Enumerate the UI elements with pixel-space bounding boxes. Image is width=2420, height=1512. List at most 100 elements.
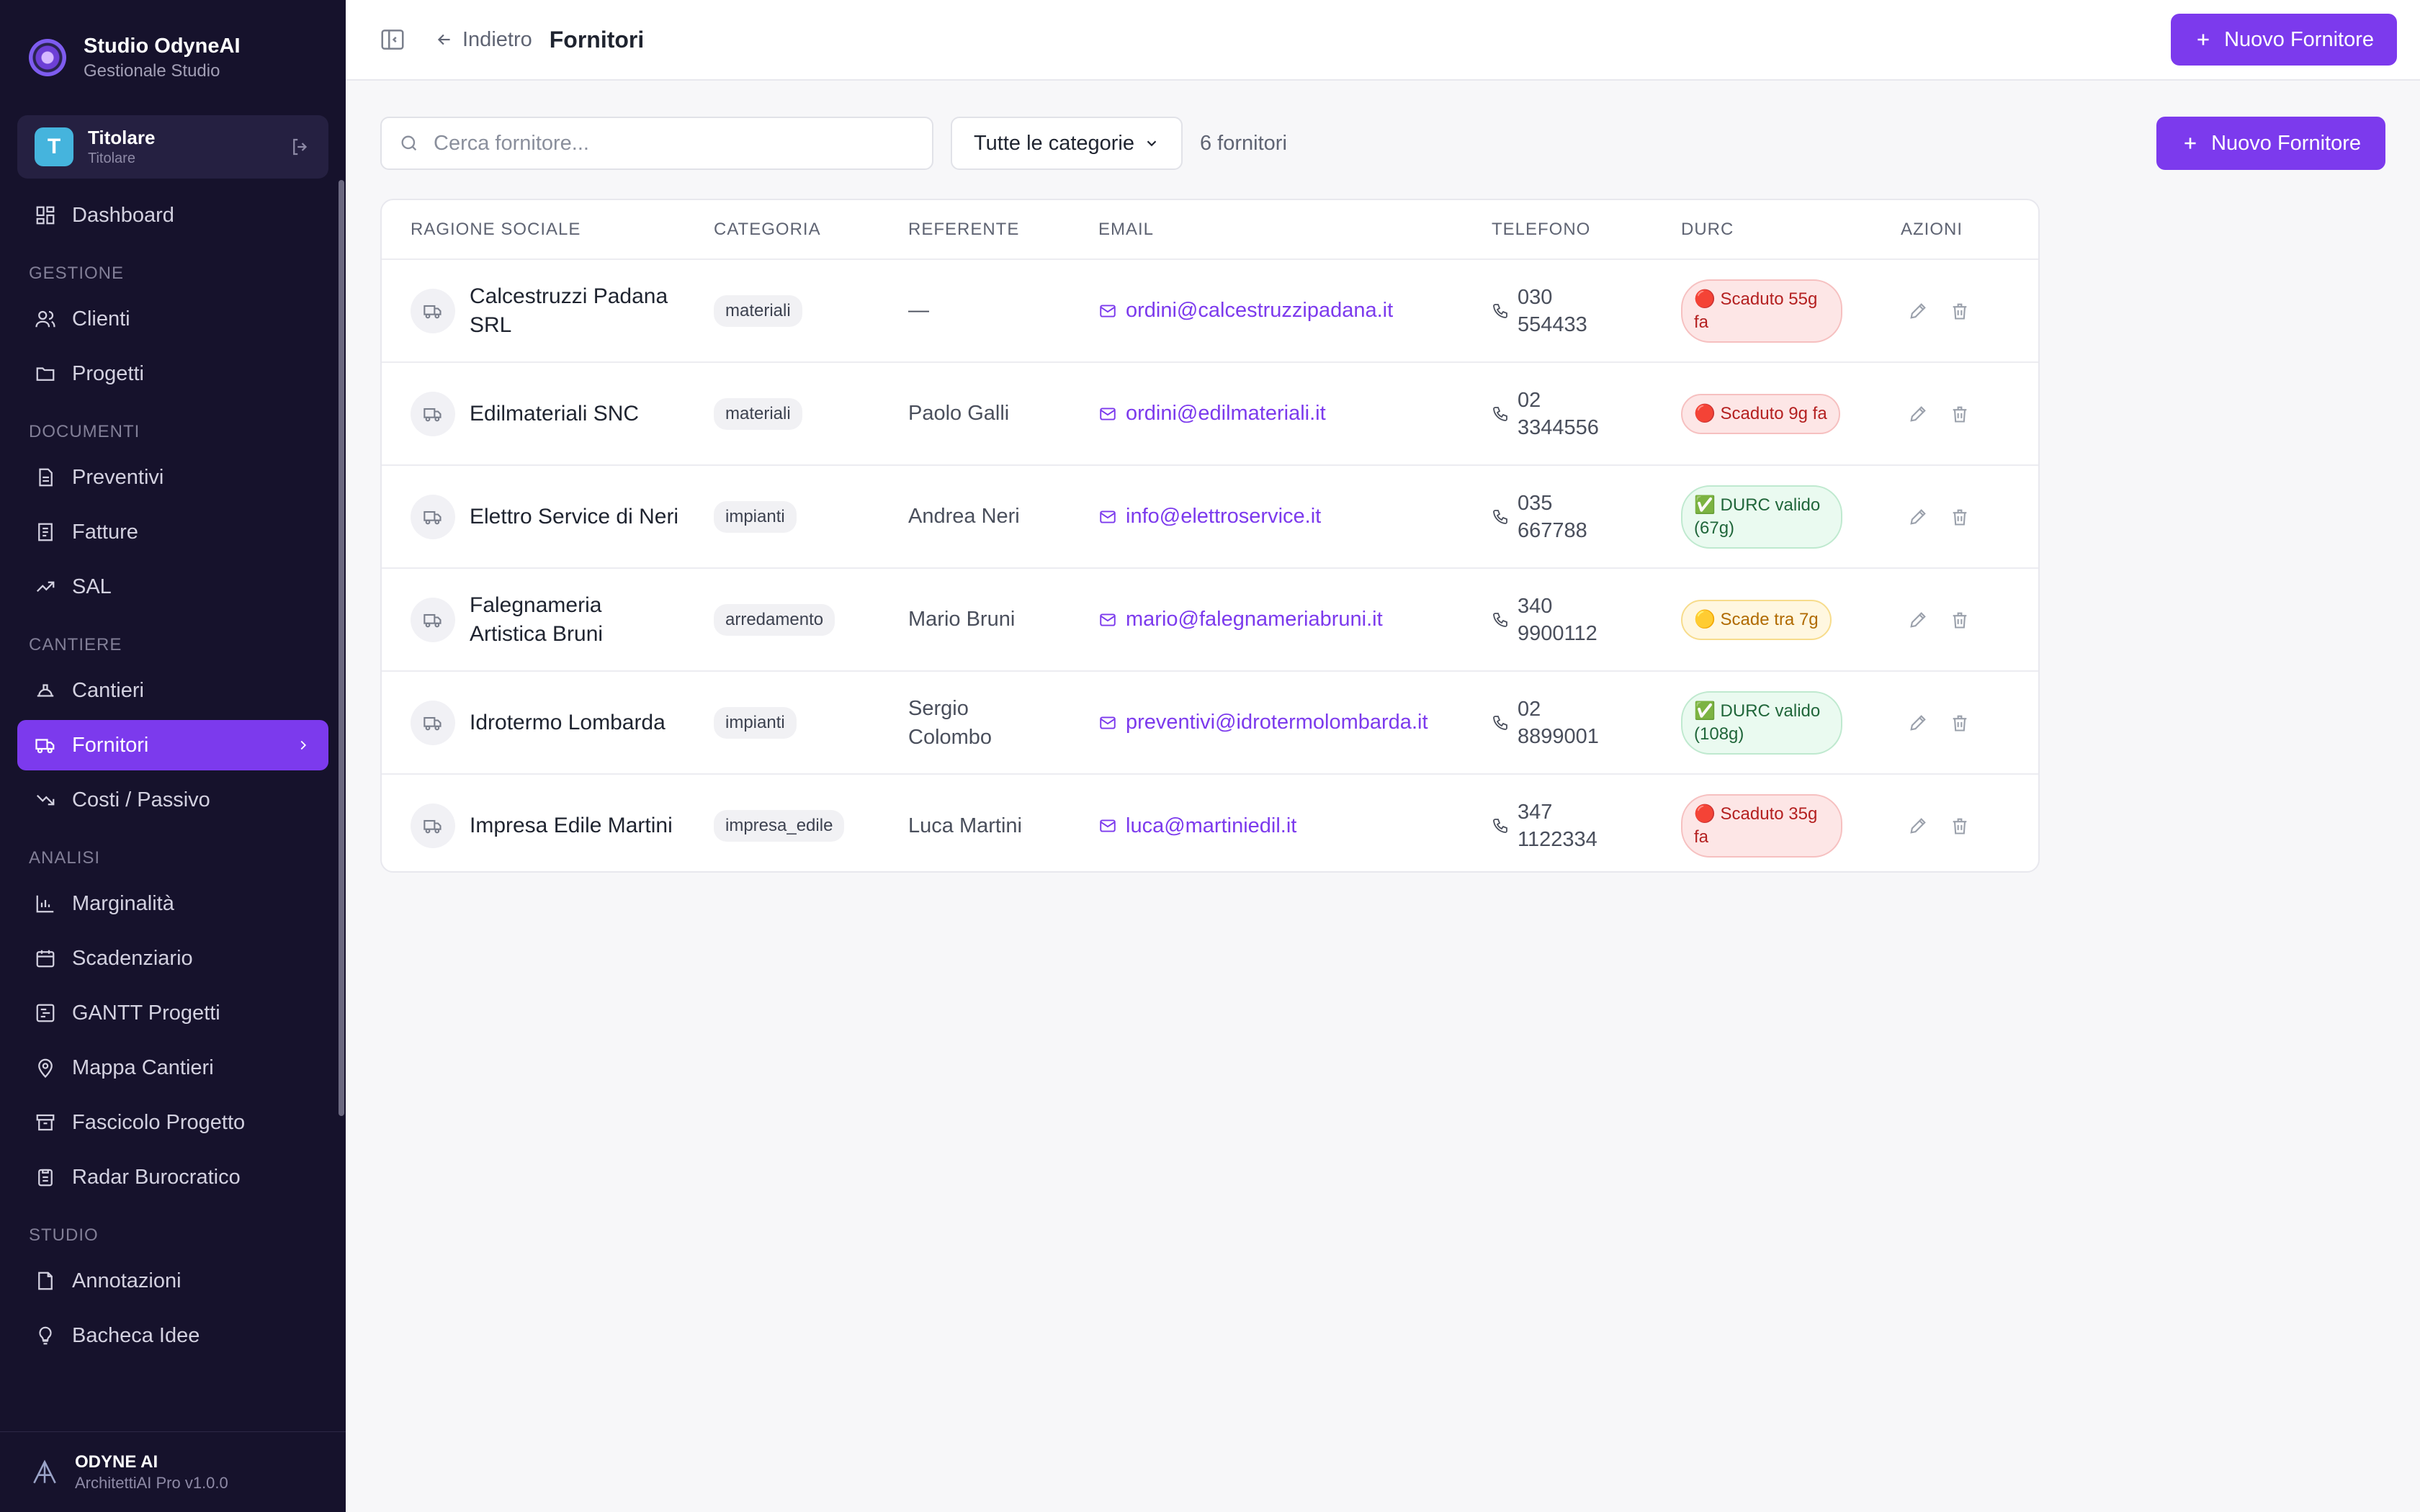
table-row[interactable]: Edilmateriali SNC materiali Paolo Galli … [382,362,2038,466]
sidebar-item-dashboard[interactable]: Dashboard [17,190,328,240]
sidebar-item-costi[interactable]: Costi / Passivo [17,775,328,825]
search-input[interactable] [434,131,915,156]
document-icon [39,468,53,487]
durc-badge: 🔴 Scaduto 35g fa [1681,794,1842,858]
sidebar-item-fascicolo[interactable]: Fascicolo Progetto [17,1097,328,1148]
sidebar-item-label: Scadenziario [72,946,193,970]
delete-icon[interactable] [1950,404,1970,424]
search-box[interactable] [380,117,933,170]
sidebar-item-progetti[interactable]: Progetti [17,348,328,399]
delete-icon[interactable] [1950,507,1970,527]
table-row[interactable]: Idrotermo Lombarda impianti Sergio Colom… [382,671,2038,775]
truck-icon [411,391,455,436]
sidebar: Studio OdyneAI Gestionale Studio T Titol… [0,0,346,1512]
durc-badge: 🔴 Scaduto 9g fa [1681,393,1840,434]
back-label: Indietro [462,27,532,51]
bar-chart-icon [36,895,54,913]
folder-icon [36,367,55,381]
email-text: ordini@calcestruzzipadana.it [1126,299,1394,322]
email-text: preventivi@idrotermolombarda.it [1126,711,1428,734]
edit-icon[interactable] [1908,713,1928,733]
delete-icon[interactable] [1950,816,1970,836]
sidebar-item-fatture[interactable]: Fatture [17,507,328,557]
sidebar-item-bacheca[interactable]: Bacheca Idee [17,1310,328,1361]
sidebar-footer: ODYNE AI ArchitettiAI Pro v1.0.0 [0,1431,346,1512]
delete-icon[interactable] [1950,301,1970,321]
phone-link[interactable]: 02 8899001 [1492,696,1681,750]
category-tag: arredamento [714,603,835,636]
sidebar-item-mappa[interactable]: Mappa Cantieri [17,1043,328,1093]
phone-link[interactable]: 035 667788 [1492,490,1681,544]
phone-link[interactable]: 030 554433 [1492,284,1681,338]
truck-icon [411,597,455,642]
new-supplier-button[interactable]: Nuovo Fornitore [2156,117,2385,170]
edit-icon[interactable] [1908,404,1928,424]
column-header[interactable]: EMAIL [1098,200,1492,260]
user-card[interactable]: T Titolare Titolare [17,115,328,179]
sidebar-item-scadenziario[interactable]: Scadenziario [17,933,328,984]
email-link[interactable]: ordini@calcestruzzipadana.it [1098,299,1492,323]
sidebar-item-marginalita[interactable]: Marginalità [17,878,328,929]
table-row[interactable]: Elettro Service di Neri impianti Andrea … [382,465,2038,569]
column-header[interactable]: REFERENTE [908,200,1098,260]
mail-icon [1100,510,1116,523]
email-link[interactable]: info@elettroservice.it [1098,505,1492,528]
email-link[interactable]: mario@falegnameriabruni.it [1098,608,1492,631]
sidebar-item-gantt[interactable]: GANTT Progetti [17,988,328,1038]
email-link[interactable]: preventivi@idrotermolombarda.it [1098,711,1492,734]
arrow-left-icon [437,34,450,45]
column-header[interactable]: TELEFONO [1492,200,1681,260]
table-row[interactable]: Falegnameria Artistica Bruni arredamento… [382,568,2038,672]
table-header-row: RAGIONE SOCIALE CATEGORIA REFERENTE EMAI… [382,200,2038,260]
category-tag: impianti [714,500,797,533]
sidebar-item-cantieri[interactable]: Cantieri [17,665,328,716]
sidebar-item-annotazioni[interactable]: Annotazioni [17,1256,328,1306]
phone-text: 035 667788 [1518,491,1587,542]
durc-badge: 🟡 Scade tra 7g [1681,599,1832,640]
edit-icon[interactable] [1908,610,1928,630]
category-select[interactable]: Tutte le categorie [951,117,1183,170]
mail-icon [1100,407,1116,420]
sidebar-toggle-icon[interactable] [379,26,406,53]
phone-icon [1493,612,1507,627]
delete-icon[interactable] [1950,610,1970,630]
phone-link[interactable]: 347 1122334 [1492,798,1681,853]
sidebar-item-clienti[interactable]: Clienti [17,294,328,344]
sidebar-item-label: Fascicolo Progetto [72,1110,246,1134]
table-row[interactable]: Impresa Edile Martini impresa_edile Luca… [382,774,2038,871]
sidebar-item-label: Dashboard [72,203,174,227]
sidebar-item-sal[interactable]: SAL [17,562,328,612]
email-link[interactable]: luca@martiniedil.it [1098,814,1492,838]
email-link[interactable]: ordini@edilmateriali.it [1098,402,1492,426]
delete-icon[interactable] [1950,713,1970,733]
column-header[interactable]: CATEGORIA [714,200,908,260]
truck-icon [411,494,455,539]
supplier-name: Calcestruzzi Padana SRL [470,284,668,337]
contact-name: — [908,259,1098,363]
sidebar-item-label: Annotazioni [72,1269,182,1292]
sidebar-item-label: SAL [72,575,112,598]
plus-icon [2184,138,2196,149]
phone-icon [1493,406,1507,421]
contact-name: Sergio Colombo [908,671,1098,775]
category-tag: impresa_edile [714,810,845,842]
sidebar-item-fornitori[interactable]: Fornitori [17,720,328,770]
column-header[interactable]: DURC [1681,200,1901,260]
sidebar-scrollbar[interactable] [339,180,344,1116]
sidebar-item-radar[interactable]: Radar Burocratico [17,1152,328,1202]
phone-link[interactable]: 340 9900112 [1492,593,1681,647]
brand-title: Studio OdyneAI [84,34,241,58]
logout-icon[interactable] [290,136,311,158]
edit-icon[interactable] [1908,301,1928,321]
back-button[interactable]: Indietro [435,28,532,52]
table-row[interactable]: Calcestruzzi Padana SRL materiali — ordi… [382,259,2038,363]
brand: Studio OdyneAI Gestionale Studio [0,0,346,115]
header-new-supplier-button[interactable]: Nuovo Fornitore [2171,14,2397,66]
sidebar-item-label: Fornitori [72,733,149,757]
edit-icon[interactable] [1908,816,1928,836]
sidebar-item-preventivi[interactable]: Preventivi [17,452,328,503]
column-header[interactable]: RAGIONE SOCIALE [382,200,714,260]
phone-link[interactable]: 02 3344556 [1492,387,1681,441]
edit-icon[interactable] [1908,507,1928,527]
phone-icon [1493,509,1507,524]
